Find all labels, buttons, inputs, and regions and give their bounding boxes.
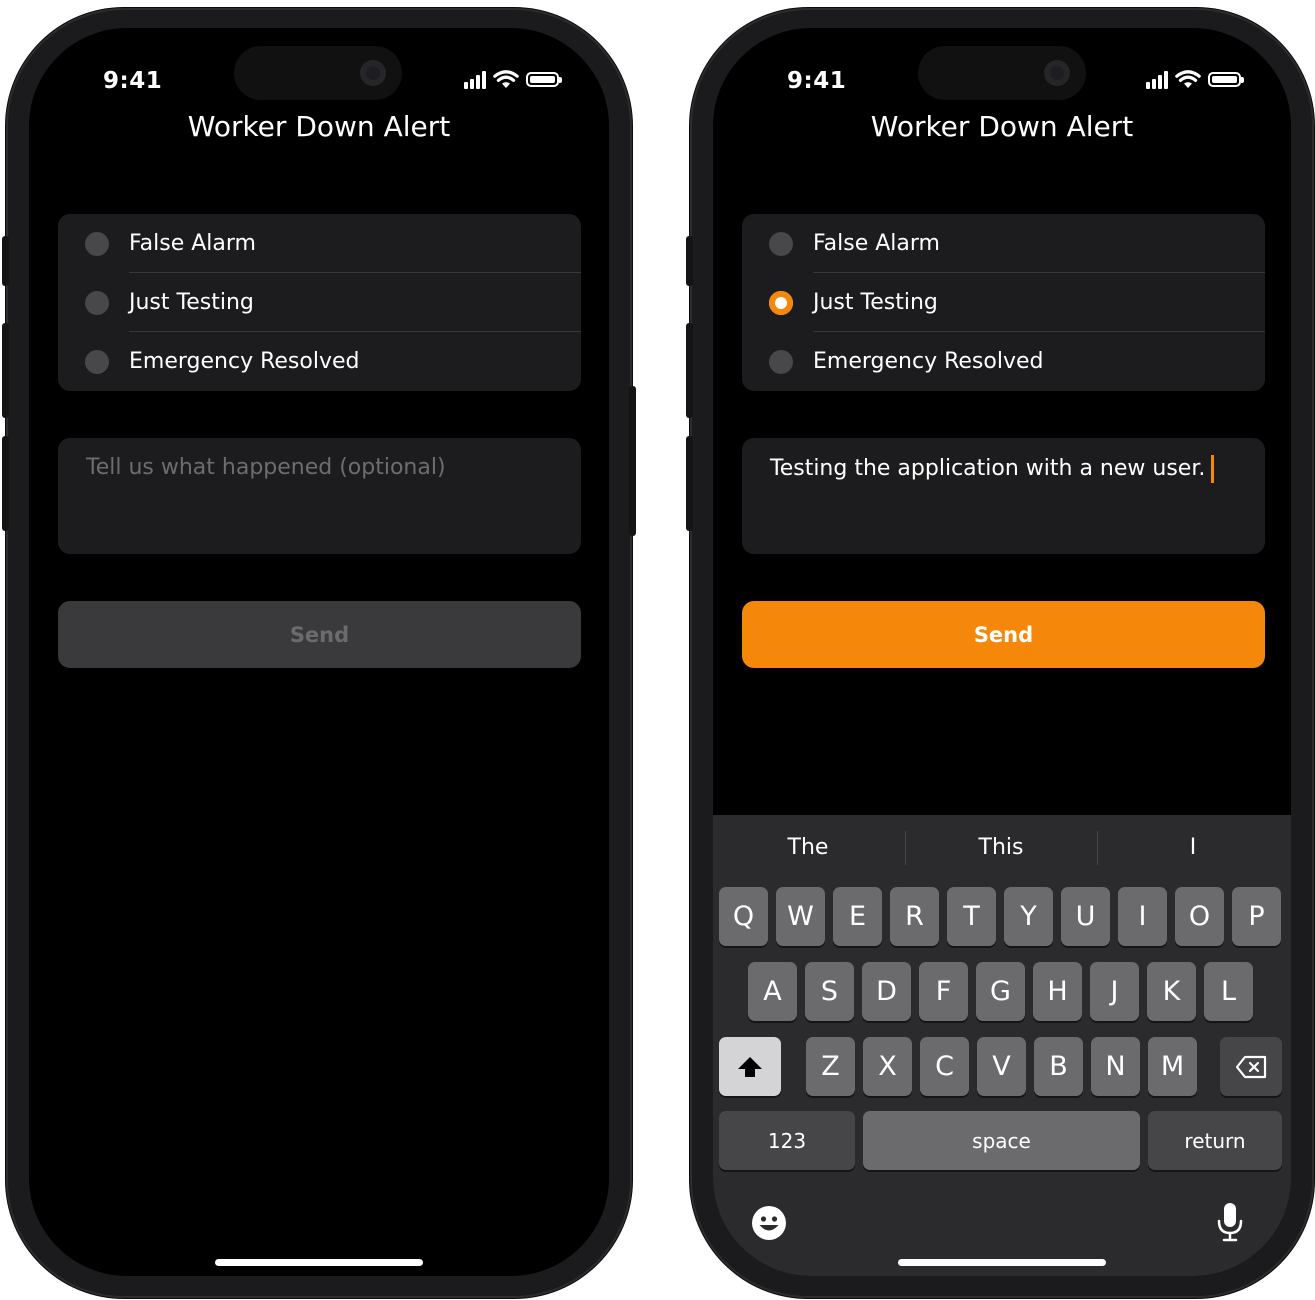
shift-key[interactable] [719,1037,781,1096]
key-x[interactable]: X [863,1037,912,1096]
wifi-icon [493,70,519,88]
suggestion-item[interactable]: This [906,835,1096,860]
radio-button[interactable] [769,231,793,256]
description-placeholder: Tell us what happened (optional) [86,455,446,480]
key-a[interactable]: A [748,962,797,1021]
suggestion-item[interactable]: The [713,835,903,860]
key-e[interactable]: E [833,887,882,946]
camera-icon [360,60,386,86]
reason-options-group: False Alarm Just Testing Emergency Resol… [58,214,581,391]
key-c[interactable]: C [920,1037,969,1096]
backspace-icon [1235,1055,1267,1078]
key-j[interactable]: J [1090,962,1139,1021]
numbers-key[interactable]: 123 [719,1111,855,1170]
shift-icon [738,1056,762,1077]
key-b[interactable]: B [1034,1037,1083,1096]
option-emergency-resolved[interactable]: Emergency Resolved [742,332,1265,391]
page-title: Worker Down Alert [870,110,1134,143]
home-indicator[interactable] [898,1259,1106,1266]
status-time: 9:41 [787,68,847,94]
keyboard: The This I QWERTYUIOP ASDFGHJKL ZXCVBNM … [713,815,1291,1276]
phone-volume-down-button [2,436,9,531]
screen-left: 9:41 Worker Down Alert False Alarm Just … [29,28,609,1276]
battery-icon [1208,72,1244,87]
key-t[interactable]: T [947,887,996,946]
phone-volume-up-button [686,323,693,418]
home-indicator[interactable] [215,1259,423,1266]
key-s[interactable]: S [805,962,854,1021]
page-title: Worker Down Alert [187,110,451,143]
key-i[interactable]: I [1118,887,1167,946]
wifi-icon [1175,70,1201,88]
description-value: Testing the application with a new user. [770,456,1206,481]
camera-icon [1044,60,1070,86]
key-k[interactable]: K [1147,962,1196,1021]
phone-volume-down-button [686,436,693,531]
option-false-alarm[interactable]: False Alarm [58,214,581,273]
space-key[interactable]: space [863,1111,1140,1170]
key-f[interactable]: F [919,962,968,1021]
description-text-area[interactable]: Tell us what happened (optional) [58,438,581,554]
option-just-testing[interactable]: Just Testing [58,273,581,332]
description-value-line: Testing the application with a new user. [770,455,1215,483]
option-label: Just Testing [813,290,938,315]
radio-button[interactable] [85,349,109,374]
key-z[interactable]: Z [806,1037,855,1096]
battery-icon [526,72,562,87]
phone-power-button [629,386,636,536]
key-r[interactable]: R [890,887,939,946]
option-label: Emergency Resolved [129,349,360,374]
option-just-testing[interactable]: Just Testing [742,273,1265,332]
key-m[interactable]: M [1148,1037,1197,1096]
cellular-signal-icon [464,70,486,89]
screen-right: 9:41 Worker Down Alert False Alarm Just … [713,28,1291,1276]
text-cursor [1211,455,1215,483]
send-button[interactable]: Send [58,601,581,668]
status-icons [464,70,562,89]
key-y[interactable]: Y [1004,887,1053,946]
dynamic-island [234,46,402,100]
emoji-icon [752,1206,786,1240]
phone-volume-up-button [2,323,9,418]
radio-button-selected[interactable] [769,290,793,315]
phone-side-button [2,236,9,286]
microphone-icon [1217,1203,1243,1242]
key-g[interactable]: G [976,962,1025,1021]
key-l[interactable]: L [1204,962,1253,1021]
key-h[interactable]: H [1033,962,1082,1021]
key-v[interactable]: V [977,1037,1026,1096]
radio-button[interactable] [85,231,109,256]
return-key[interactable]: return [1148,1111,1282,1170]
key-o[interactable]: O [1175,887,1224,946]
key-n[interactable]: N [1091,1037,1140,1096]
radio-button[interactable] [85,290,109,315]
option-label: Emergency Resolved [813,349,1044,374]
key-p[interactable]: P [1232,887,1281,946]
option-emergency-resolved[interactable]: Emergency Resolved [58,332,581,391]
backspace-key[interactable] [1220,1037,1282,1096]
key-d[interactable]: D [862,962,911,1021]
key-u[interactable]: U [1061,887,1110,946]
phone-frame-left: 9:41 Worker Down Alert False Alarm Just … [2,8,636,1298]
suggestion-item[interactable]: I [1098,835,1288,860]
status-time: 9:41 [103,68,163,94]
suggestion-bar: The This I [713,815,1291,883]
key-w[interactable]: W [776,887,825,946]
option-false-alarm[interactable]: False Alarm [742,214,1265,273]
send-button[interactable]: Send [742,601,1265,668]
option-label: False Alarm [129,231,256,256]
radio-button[interactable] [769,349,793,374]
description-text-area[interactable]: Testing the application with a new user. [742,438,1265,554]
dynamic-island [918,46,1086,100]
phone-side-button [686,236,693,286]
phone-frame-right: 9:41 Worker Down Alert False Alarm Just … [686,8,1314,1298]
dictation-button[interactable] [1216,1201,1244,1248]
cellular-signal-icon [1146,70,1168,89]
option-label: False Alarm [813,231,940,256]
reason-options-group: False Alarm Just Testing Emergency Resol… [742,214,1265,391]
option-label: Just Testing [129,290,254,315]
key-q[interactable]: Q [719,887,768,946]
status-icons [1146,70,1244,89]
emoji-button[interactable] [751,1205,787,1246]
